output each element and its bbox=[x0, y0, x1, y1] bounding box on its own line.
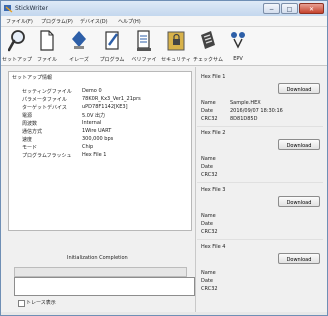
erase-icon bbox=[72, 31, 86, 49]
hex-file-4-name-label: Name bbox=[201, 270, 216, 276]
hex-file-1-crc-label: CRC32 bbox=[201, 116, 218, 122]
calculator-icon bbox=[201, 31, 215, 49]
tool-file[interactable]: ファイル bbox=[32, 29, 62, 63]
hex-file-4-title: Hex File 4 bbox=[201, 244, 226, 250]
setup-key-parameter-file: パラメータファイル bbox=[22, 97, 67, 103]
epv-icon bbox=[231, 32, 245, 49]
setup-value-program-flash: Hex File 1 bbox=[82, 152, 107, 158]
hex-file-4-date-label: Date bbox=[201, 278, 213, 284]
tool-setup[interactable]: セットアップ bbox=[2, 29, 32, 63]
tool-program-label: プログラム bbox=[99, 57, 125, 63]
hex-separator bbox=[197, 182, 323, 183]
setup-value-mode: Chip bbox=[82, 144, 94, 150]
setup-value-speed: 300,000 bps bbox=[82, 136, 114, 142]
menu-program[interactable]: プログラム(P) bbox=[41, 18, 73, 25]
hex-file-3-crc-label: CRC32 bbox=[201, 229, 218, 235]
window-title: StickWriter bbox=[15, 5, 48, 12]
status-bar bbox=[1, 312, 327, 315]
maximize-button[interactable]: □ bbox=[281, 3, 298, 14]
hex-file-1-name-value: Sample.HEX bbox=[230, 100, 261, 106]
log-output-box[interactable] bbox=[14, 277, 195, 296]
hex-file-2-name-label: Name bbox=[201, 156, 216, 162]
menu-file[interactable]: ファイル(F) bbox=[6, 18, 33, 25]
menu-help[interactable]: ヘルプ(H) bbox=[118, 18, 141, 25]
tool-program[interactable]: プログラム bbox=[97, 29, 127, 63]
hex-file-1-date-value: 2016/09/07 18:30:16 bbox=[230, 108, 283, 114]
tool-erase[interactable]: イレーズ bbox=[64, 29, 94, 63]
tool-file-label: ファイル bbox=[36, 57, 57, 63]
hex-file-1-title: Hex File 1 bbox=[201, 74, 226, 80]
hex-file-2-download-button[interactable]: Download bbox=[278, 139, 320, 150]
tool-erase-label: イレーズ bbox=[69, 57, 89, 63]
setup-key-speed: 速度 bbox=[22, 137, 33, 143]
setup-value-power: 5.0V 出力 bbox=[82, 113, 105, 119]
tool-verify[interactable]: ベリファイ bbox=[129, 29, 159, 63]
program-icon bbox=[105, 31, 119, 50]
hex-separator bbox=[197, 126, 323, 127]
setup-info-panel bbox=[8, 71, 192, 231]
setup-key-frequency: 周波数 bbox=[22, 121, 38, 127]
setup-value-comm-method: 1Wire UART bbox=[82, 128, 112, 134]
tool-security-label: セキュリティ bbox=[161, 57, 191, 63]
hex-file-1-download-button[interactable]: Download bbox=[278, 83, 320, 94]
app-icon bbox=[4, 5, 13, 13]
tool-checksum-label: チェックサム bbox=[193, 57, 223, 63]
setup-key-mode: モード bbox=[22, 145, 38, 151]
setup-key-program-flash: プログラムフラッシュ bbox=[22, 153, 72, 159]
setup-value-target-device: uPD78F1142[KE3] bbox=[82, 104, 128, 110]
hex-file-1-date-label: Date bbox=[201, 108, 213, 114]
setup-value-setting-file: Demo 0 bbox=[82, 88, 102, 94]
setup-key-power: 電源 bbox=[22, 113, 33, 119]
tool-epv-label: EPV bbox=[233, 56, 243, 62]
file-icon bbox=[40, 30, 54, 51]
lock-icon bbox=[167, 31, 185, 51]
panel-divider bbox=[195, 67, 196, 313]
menu-device[interactable]: デバイス(D) bbox=[80, 18, 108, 25]
progress-bar bbox=[14, 267, 187, 277]
menu-bar: ファイル(F) プログラム(P) デバイス(D) ヘルプ(H) bbox=[1, 16, 327, 27]
hex-file-1-crc-value: 8D81D85D bbox=[230, 116, 258, 122]
toolbar: セットアップ ファイル イレーズ プログラム ベリファイ セキュリティ チェック… bbox=[1, 27, 327, 66]
setup-value-frequency: Internal bbox=[82, 120, 102, 126]
hex-file-3-date-label: Date bbox=[201, 221, 213, 227]
hex-file-1-name-label: Name bbox=[201, 100, 216, 106]
tool-checksum[interactable]: チェックサム bbox=[193, 29, 223, 63]
setup-key-setting-file: セッティングファイル bbox=[22, 89, 72, 95]
title-bar[interactable]: StickWriter − □ ✕ bbox=[1, 1, 327, 16]
setup-key-target-device: ターゲットデバイス bbox=[22, 105, 67, 111]
hex-file-3-title: Hex File 3 bbox=[201, 187, 226, 193]
trace-checkbox[interactable] bbox=[18, 300, 25, 307]
app-window: StickWriter − □ ✕ ファイル(F) プログラム(P) デバイス(… bbox=[0, 0, 328, 316]
hex-file-2-date-label: Date bbox=[201, 164, 213, 170]
hex-file-2-crc-label: CRC32 bbox=[201, 172, 218, 178]
tool-security[interactable]: セキュリティ bbox=[161, 29, 191, 63]
setup-info-title: セットアップ情報 bbox=[12, 75, 53, 81]
magnifier-icon bbox=[8, 30, 25, 52]
hex-separator bbox=[197, 239, 323, 240]
verify-icon bbox=[137, 30, 151, 51]
close-button[interactable]: ✕ bbox=[299, 3, 324, 14]
hex-file-2-title: Hex File 2 bbox=[201, 130, 226, 136]
status-message: Initialization Completion bbox=[67, 255, 128, 261]
minimize-button[interactable]: − bbox=[263, 3, 280, 14]
setup-key-comm-method: 通信方式 bbox=[22, 129, 43, 135]
hex-file-3-name-label: Name bbox=[201, 213, 216, 219]
hex-file-4-download-button[interactable]: Download bbox=[278, 253, 320, 264]
tool-epv[interactable]: EPV bbox=[223, 29, 253, 63]
hex-file-4-crc-label: CRC32 bbox=[201, 286, 218, 292]
hex-file-3-download-button[interactable]: Download bbox=[278, 196, 320, 207]
tool-setup-label: セットアップ bbox=[1, 57, 32, 63]
trace-checkbox-label: トレース表示 bbox=[26, 300, 56, 306]
setup-value-parameter-file: 78K0R_Kx3_Ver1_21prs bbox=[82, 96, 141, 102]
tool-verify-label: ベリファイ bbox=[131, 57, 157, 63]
